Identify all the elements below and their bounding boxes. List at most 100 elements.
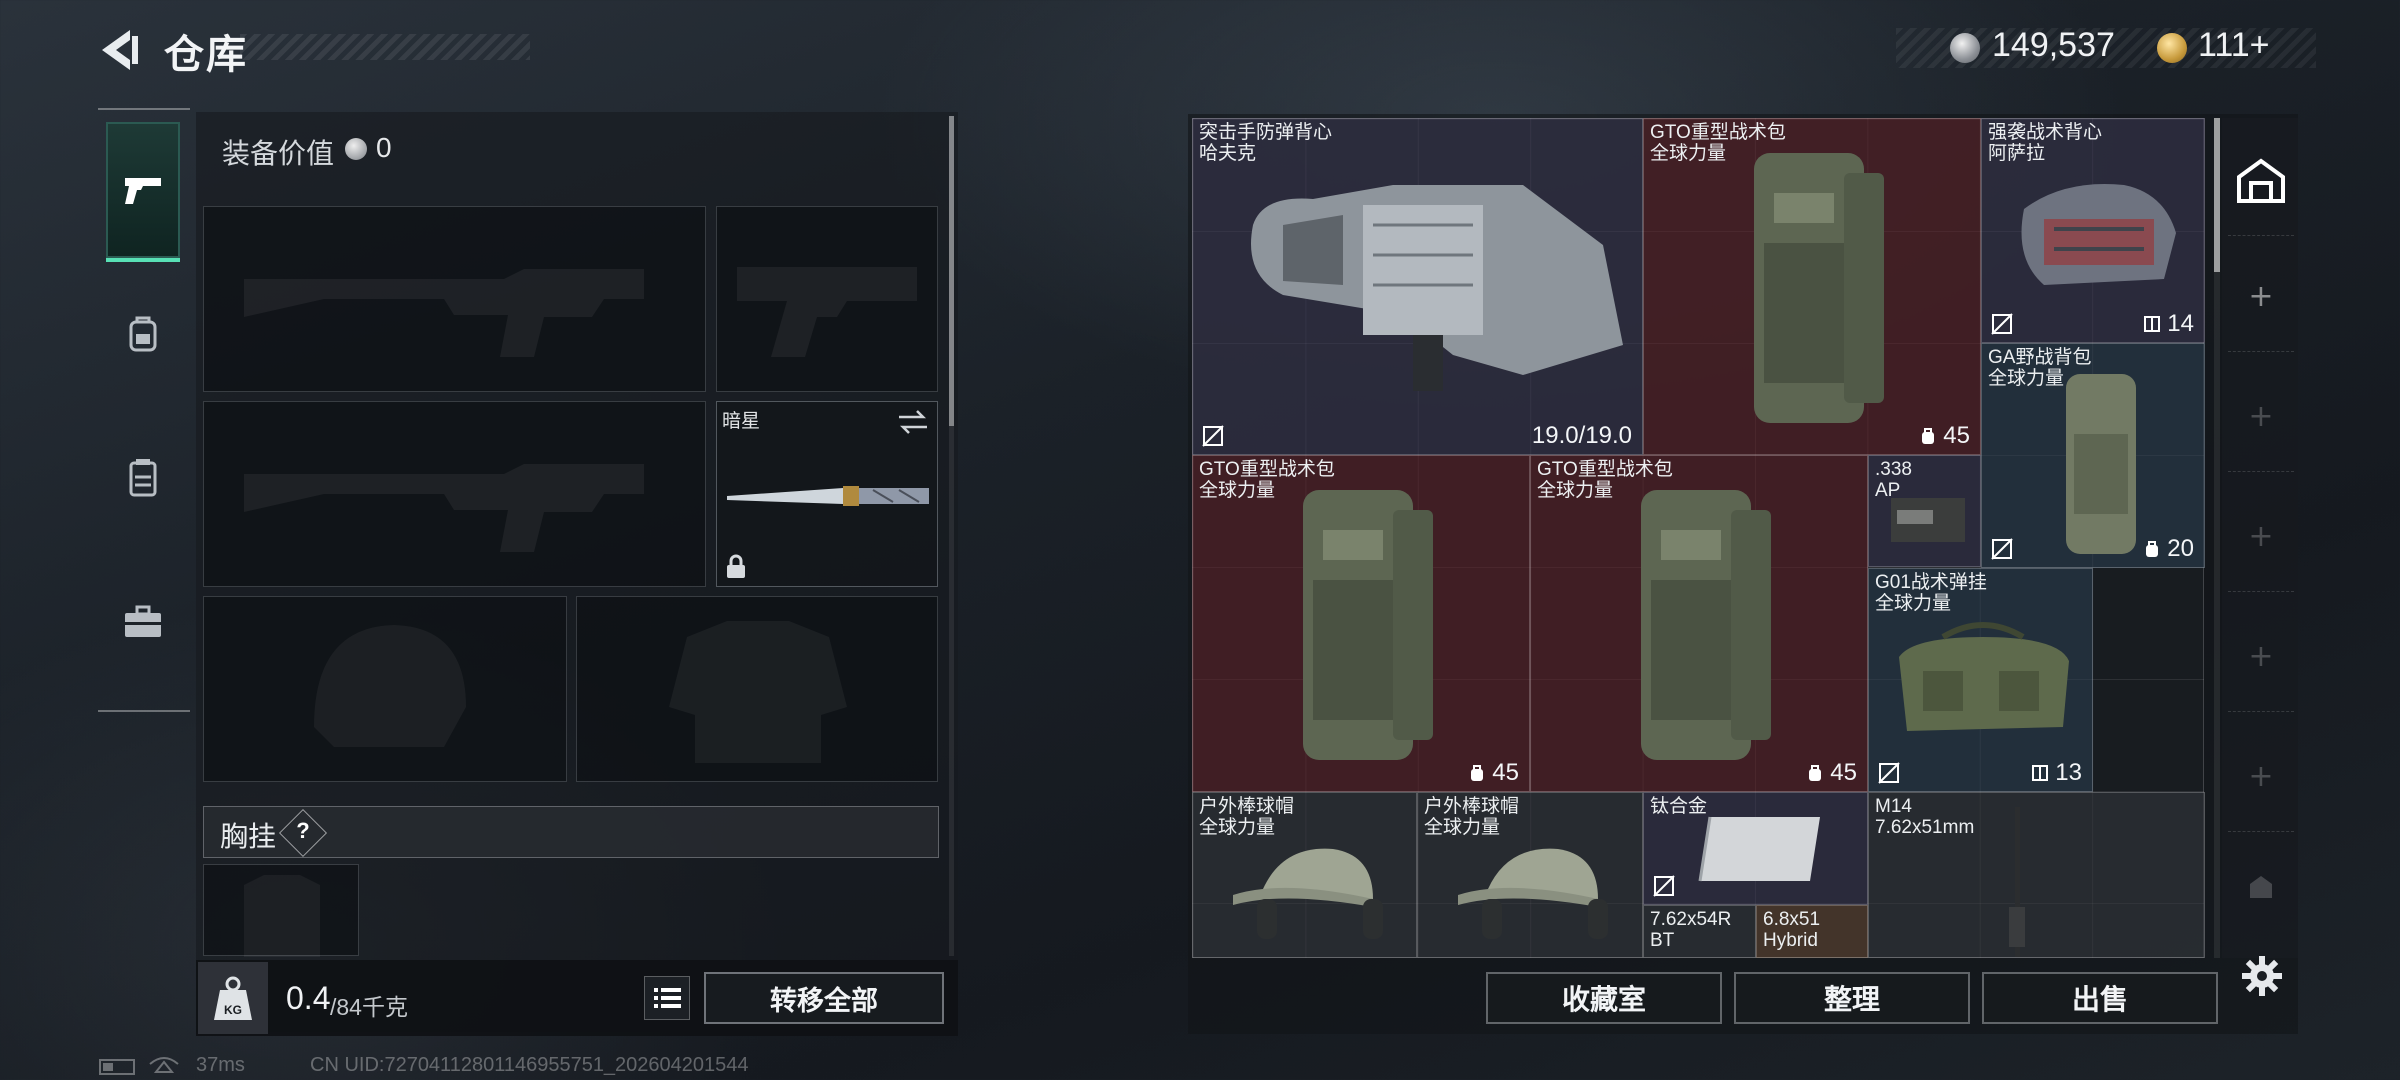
stash-tab-locked[interactable] [2228, 832, 2294, 942]
stash-item-ammo[interactable]: .338 AP [1868, 455, 1981, 567]
stash-item-weapon[interactable]: M14 7.62x51mm [1868, 792, 2205, 958]
item-brand: 7.62x51mm [1875, 817, 1975, 838]
rifle-image [2009, 807, 2025, 957]
stash-item-chest-rig[interactable]: 强袭战术背心 阿萨拉 14 [1981, 118, 2205, 343]
status-icons [98, 1054, 188, 1080]
titanium-ingot-image [1698, 816, 1820, 882]
armor-silhouette-icon [669, 621, 847, 763]
stash-item-backpack[interactable]: GTO重型战术包 全球力量 45 [1192, 455, 1530, 792]
capacity-display: 45 [1806, 759, 1857, 787]
chest-rig-label: 胸挂 [220, 821, 277, 852]
item-name: 强袭战术背心 [1988, 122, 2103, 143]
stash-tab-add[interactable]: + [2228, 242, 2294, 352]
baseball-cap-image [1458, 848, 1608, 939]
item-name: M14 [1875, 796, 1912, 817]
plus-icon: + [2248, 519, 2274, 554]
premium-currency-value[interactable]: 111+ [2198, 26, 2270, 65]
user-uid: CN UID:72704112801146955751_202604201544 [310, 1054, 749, 1076]
sell-button[interactable]: 出售 [1982, 972, 2218, 1024]
tactical-backpack-image [1641, 490, 1771, 760]
stash-tab-add[interactable]: + [2228, 362, 2294, 472]
warehouse-icon [2237, 158, 2285, 203]
item-brand: BT [1650, 930, 1675, 951]
capacity-value: 45 [1492, 759, 1519, 786]
capacity-display: 45 [1468, 759, 1519, 787]
lock-icon [727, 554, 745, 578]
stash-item-headwear[interactable]: 户外棒球帽 全球力量 [1192, 792, 1417, 958]
item-brand: 阿萨拉 [1988, 143, 2046, 164]
stash-item-body-armor[interactable]: 突击手防弹背心 哈夫克 19.0/19.0 [1192, 118, 1643, 455]
item-brand: 哈夫克 [1199, 143, 1257, 164]
stash-item-ammo[interactable]: 7.62x54R BT [1643, 905, 1756, 958]
back-arrow-icon [102, 30, 138, 70]
loadout-category-nav [98, 108, 190, 712]
back-button[interactable] [96, 26, 144, 74]
stash-scrollbar-thumb[interactable] [2214, 118, 2220, 272]
capacity-value: 45 [1943, 422, 1970, 449]
stash-tab-main[interactable] [2228, 126, 2294, 236]
secondary-weapon-slot[interactable] [203, 401, 706, 587]
stash-item-chest-rig[interactable]: G01战术弹挂 全球力量 13 [1868, 568, 2093, 792]
equipment-value-label: 装备价值 [222, 138, 335, 169]
stash-item-backpack[interactable]: GTO重型战术包 全球力量 45 [1530, 455, 1868, 792]
tactical-vest-image [2021, 184, 2176, 285]
nav-item-chest-rig[interactable] [106, 410, 180, 546]
item-name: 7.62x54R [1650, 909, 1732, 930]
slots-value: 13 [2055, 759, 2082, 786]
list-icon [654, 988, 681, 1008]
rifle-silhouette-icon [244, 464, 644, 552]
sidearm-slot[interactable] [716, 206, 938, 392]
transfer-all-button[interactable]: 转移全部 [704, 972, 944, 1024]
duffel-rig-image [1899, 622, 2069, 731]
svg-text:KG: KG [224, 1003, 242, 1017]
stash-tab-add[interactable]: + [2228, 602, 2294, 712]
helmet-slot[interactable] [203, 596, 567, 782]
no-insurance-icon [1653, 875, 1675, 897]
loadout-scrollbar-thumb[interactable] [949, 116, 954, 426]
stash-item-backpack[interactable]: GA野战背包 全球力量 20 [1981, 343, 2205, 568]
toolbox-icon [125, 605, 161, 637]
slots-display: 13 [2031, 759, 2082, 787]
knife-image [727, 486, 929, 506]
field-backpack-image [2066, 374, 2136, 554]
stash-tab-add[interactable]: + [2228, 482, 2294, 592]
backpack-capacity-icon [1808, 765, 1821, 781]
swap-icon[interactable] [897, 408, 929, 436]
weight-icon: KG [214, 976, 252, 1020]
stash-item-backpack[interactable]: GTO重型战术包 全球力量 45 [1643, 118, 1981, 455]
stash-item-material[interactable]: 钛合金 [1643, 792, 1868, 905]
nav-item-backpack[interactable] [106, 266, 180, 402]
plus-icon: + [2248, 399, 2274, 434]
no-insurance-icon [1991, 538, 2013, 560]
collection-room-button[interactable]: 收藏室 [1486, 972, 1722, 1024]
page-title: 仓库 [164, 33, 248, 77]
plus-icon: + [2248, 639, 2274, 674]
slots-display: 14 [2143, 310, 2194, 338]
tactical-backpack-image [1303, 490, 1433, 760]
nav-item-weapons[interactable] [106, 122, 180, 262]
gear-icon [2242, 956, 2282, 996]
organize-button[interactable]: 整理 [1734, 972, 1970, 1024]
slots-value: 14 [2167, 310, 2194, 337]
pistol-silhouette-icon [737, 267, 917, 357]
no-insurance-icon [1202, 425, 1224, 447]
stash-item-ammo[interactable]: 6.8x51 Hybrid [1756, 905, 1868, 958]
list-view-button[interactable] [644, 976, 690, 1020]
plus-icon: + [2248, 279, 2274, 314]
help-icon: ? [296, 818, 310, 843]
title-decoration [240, 34, 530, 60]
stash-item-headwear[interactable]: 户外棒球帽 全球力量 [1417, 792, 1643, 958]
nav-item-tools[interactable] [106, 554, 180, 690]
body-armor-slot[interactable] [576, 596, 938, 782]
chest-rig-slot[interactable] [203, 864, 359, 957]
backpack-capacity-icon [2145, 541, 2158, 557]
primary-weapon-slot[interactable] [203, 206, 706, 392]
stash-tab-add[interactable]: + [2228, 722, 2294, 832]
settings-button[interactable] [2240, 954, 2284, 998]
capacity-value: 20 [2167, 535, 2194, 562]
money-value: 149,537 [1992, 26, 2115, 64]
coin-icon [345, 138, 367, 160]
coin-icon [1950, 33, 1980, 63]
carry-weight-value: 0.4 [286, 980, 331, 1016]
no-insurance-icon [1878, 762, 1900, 784]
